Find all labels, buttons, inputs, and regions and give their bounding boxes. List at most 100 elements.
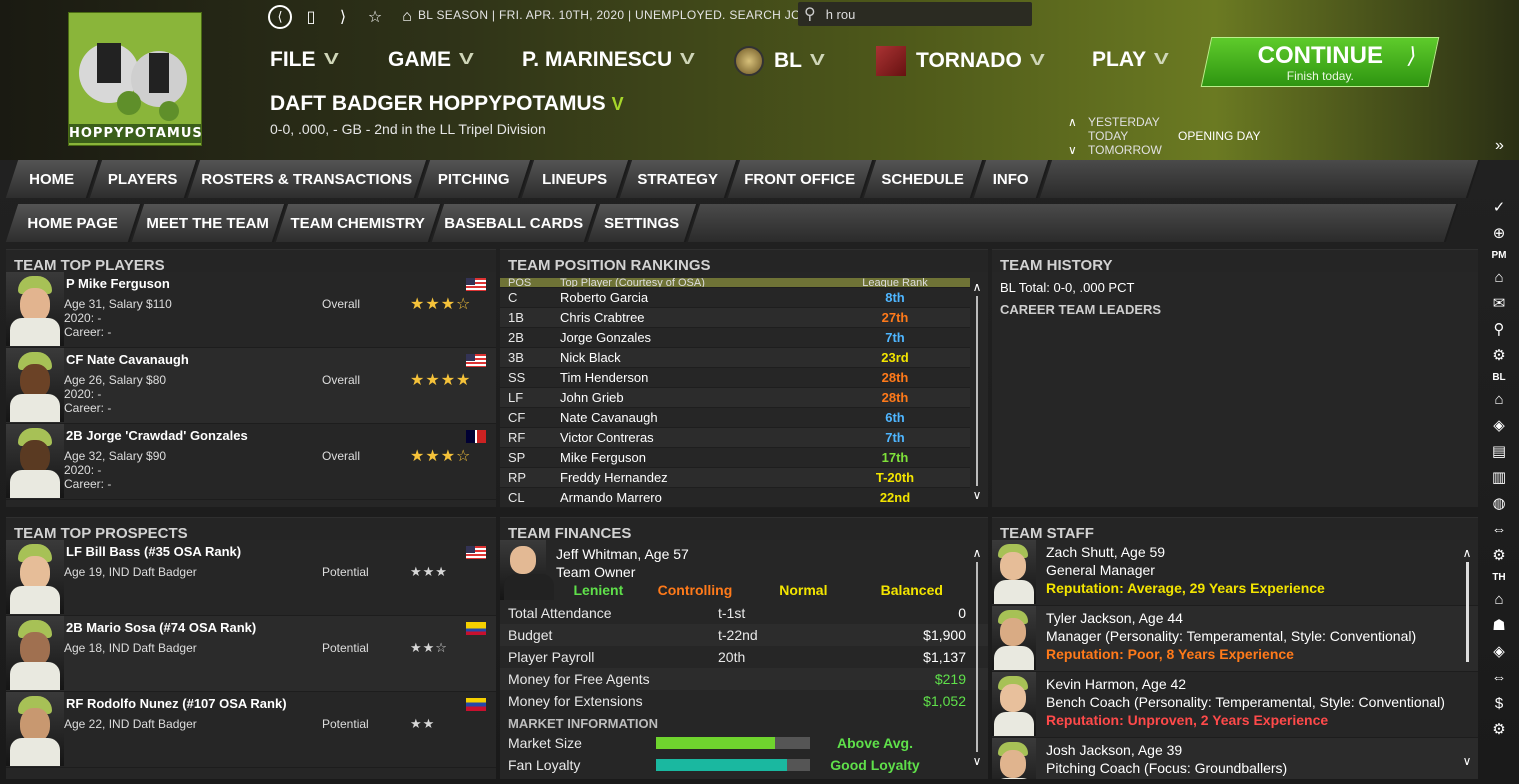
ranking-player[interactable]: Jorge Gonzales bbox=[560, 330, 820, 345]
ranking-row[interactable]: CF Nate Cavanaugh 6th bbox=[500, 408, 970, 428]
news-icon[interactable]: ▤ bbox=[1484, 438, 1514, 464]
ranking-row[interactable]: SP Mike Ferguson 17th bbox=[500, 448, 970, 468]
chevron-down-icon[interactable]: ∨ bbox=[1462, 754, 1472, 768]
staff-name[interactable]: Josh Jackson, Age 39 bbox=[1046, 742, 1182, 758]
player-row[interactable]: 2B Jorge 'Crawdad' Gonzales Age 32, Sala… bbox=[6, 424, 496, 500]
ranking-player[interactable]: Mike Ferguson bbox=[560, 450, 820, 465]
tab-strategy[interactable]: STRATEGY bbox=[619, 160, 739, 198]
tab-rosters[interactable]: ROSTERS & TRANSACTIONS bbox=[187, 160, 429, 198]
menu-team[interactable]: TORNADO V bbox=[876, 46, 1045, 76]
chevron-down-icon[interactable]: ∨ bbox=[1068, 143, 1080, 157]
tab-pitching[interactable]: PITCHING bbox=[417, 160, 533, 198]
gear-icon[interactable]: ⚙ bbox=[1484, 542, 1514, 568]
tab-info[interactable]: INFO bbox=[973, 160, 1051, 198]
menu-play[interactable]: PLAY V bbox=[1092, 48, 1169, 72]
prospect-row[interactable]: RF Rodolfo Nunez (#107 OSA Rank) Age 22,… bbox=[6, 692, 496, 768]
page-icon[interactable]: ▯ bbox=[298, 4, 324, 30]
ranking-row[interactable]: 2B Jorge Gonzales 7th bbox=[500, 328, 970, 348]
team-logo[interactable]: HOPPYPOTAMUS bbox=[68, 12, 202, 146]
ranking-row[interactable]: C Roberto Garcia 8th bbox=[500, 288, 970, 308]
home-icon[interactable]: ⌂ bbox=[1484, 264, 1514, 290]
tab-players[interactable]: PLAYERS bbox=[89, 160, 199, 198]
subtab-meet-the-team[interactable]: MEET THE TEAM bbox=[131, 204, 287, 242]
chevron-down-icon[interactable]: ∨ bbox=[972, 488, 982, 502]
day-yesterday[interactable]: YESTERDAY bbox=[1088, 115, 1160, 129]
search-input[interactable] bbox=[825, 6, 1006, 22]
mail-icon[interactable]: ✉ bbox=[1484, 290, 1514, 316]
diamond-icon[interactable]: ◈ bbox=[1484, 412, 1514, 438]
checkmark-icon[interactable]: ✓ bbox=[1484, 194, 1514, 220]
menu-manager[interactable]: P. MARINESCU V bbox=[522, 48, 695, 72]
gear-icon[interactable]: ⚙ bbox=[1484, 342, 1514, 368]
day-tomorrow[interactable]: TOMORROW bbox=[1088, 143, 1162, 157]
staff-name[interactable]: Tyler Jackson, Age 44 bbox=[1046, 610, 1183, 626]
tab-lineups[interactable]: LINEUPS bbox=[521, 160, 631, 198]
ranking-row[interactable]: RP Freddy Hernandez T-20th bbox=[500, 468, 970, 488]
forward-icon[interactable]: ⟩ bbox=[330, 4, 356, 30]
prospect-name[interactable]: RF Rodolfo Nunez (#107 OSA Rank) bbox=[66, 696, 287, 711]
tab-home[interactable]: HOME bbox=[5, 160, 101, 198]
ranking-player[interactable]: John Grieb bbox=[560, 390, 820, 405]
finances-scrollbar[interactable]: ∧ ∨ bbox=[972, 546, 982, 776]
scroll-thumb[interactable] bbox=[1465, 562, 1469, 662]
player-name[interactable]: 2B Jorge 'Crawdad' Gonzales bbox=[66, 428, 248, 443]
chevron-up-icon[interactable]: ∧ bbox=[972, 546, 982, 560]
diamond-icon[interactable]: ◈ bbox=[1484, 638, 1514, 664]
header-rank[interactable]: League Rank bbox=[820, 278, 970, 287]
chevron-up-icon[interactable]: ∧ bbox=[972, 280, 982, 294]
home-icon[interactable]: ⌂ bbox=[1484, 586, 1514, 612]
globe-icon[interactable]: ⊕ bbox=[1484, 220, 1514, 246]
menu-league[interactable]: BL V bbox=[734, 46, 825, 76]
day-today[interactable]: TODAY bbox=[1088, 129, 1128, 143]
ranking-row[interactable]: CL Armando Marrero 22nd bbox=[500, 488, 970, 508]
subtab-baseball-cards[interactable]: BASEBALL CARDS bbox=[431, 204, 599, 242]
chevron-up-icon[interactable]: ∧ bbox=[1462, 546, 1472, 560]
chevron-down-icon[interactable]: ∨ bbox=[972, 754, 982, 768]
staff-row[interactable]: Zach Shutt, Age 59 General Manager Reputat… bbox=[992, 540, 1478, 606]
ranking-row[interactable]: 1B Chris Crabtree 27th bbox=[500, 308, 970, 328]
subtab-home-page[interactable]: HOME PAGE bbox=[5, 204, 143, 242]
staff-row[interactable]: Kevin Harmon, Age 42 Bench Coach (Persona… bbox=[992, 672, 1478, 738]
staff-name[interactable]: Kevin Harmon, Age 42 bbox=[1046, 676, 1186, 692]
header-player[interactable]: Top Player (Courtesy of OSA) bbox=[560, 278, 820, 287]
scroll-track[interactable] bbox=[976, 562, 978, 752]
subtab-settings[interactable]: SETTINGS bbox=[587, 204, 699, 242]
ranking-player[interactable]: Nick Black bbox=[560, 350, 820, 365]
continue-button[interactable]: CONTINUE Finish today. ⟩ bbox=[1200, 37, 1440, 87]
tab-schedule[interactable]: SCHEDULE bbox=[863, 160, 985, 198]
gear-icon[interactable]: ⚙ bbox=[1484, 716, 1514, 742]
home-icon[interactable]: ⌂ bbox=[1484, 386, 1514, 412]
expand-sidebar-icon[interactable]: » bbox=[1495, 137, 1504, 155]
header-pos[interactable]: POS bbox=[500, 278, 560, 287]
menu-file[interactable]: FILE V bbox=[270, 48, 338, 72]
trade-icon[interactable]: ⇔ bbox=[1484, 664, 1514, 690]
staff-row[interactable]: Josh Jackson, Age 39 Pitching Coach (Focu… bbox=[992, 738, 1478, 779]
trade-icon[interactable]: ⇔ bbox=[1484, 516, 1514, 542]
player-row[interactable]: CF Nate Cavanaugh Age 26, Salary $80 2020… bbox=[6, 348, 496, 424]
staff-name[interactable]: Zach Shutt, Age 59 bbox=[1046, 544, 1165, 560]
ranking-player[interactable]: Roberto Garcia bbox=[560, 290, 820, 305]
ranking-player[interactable]: Freddy Hernandez bbox=[560, 470, 820, 485]
prospect-name[interactable]: LF Bill Bass (#35 OSA Rank) bbox=[66, 544, 241, 559]
star-icon[interactable]: ☆ bbox=[362, 4, 388, 30]
player-name[interactable]: P Mike Ferguson bbox=[66, 276, 170, 291]
search-box[interactable]: ⚲ bbox=[798, 2, 1032, 26]
chevron-up-icon[interactable]: ∧ bbox=[1068, 115, 1080, 129]
owner-card[interactable]: Jeff Whitman, Age 57 Team Owner Lenient C… bbox=[500, 540, 988, 602]
prospect-name[interactable]: 2B Mario Sosa (#74 OSA Rank) bbox=[66, 620, 256, 635]
stats-icon[interactable]: ▥ bbox=[1484, 464, 1514, 490]
home-icon[interactable]: ⌂ bbox=[394, 4, 420, 30]
dollar-icon[interactable]: $ bbox=[1484, 690, 1514, 716]
baseball-icon[interactable]: ◍ bbox=[1484, 490, 1514, 516]
player-row[interactable]: P Mike Ferguson Age 31, Salary $110 2020:… bbox=[6, 272, 496, 348]
staff-scrollbar[interactable]: ∧ ∨ bbox=[1462, 546, 1472, 776]
ranking-row[interactable]: LF John Grieb 28th bbox=[500, 388, 970, 408]
season-status[interactable]: BL SEASON | FRI. APR. 10TH, 2020 | UNEMP… bbox=[418, 8, 828, 22]
rankings-scrollbar[interactable]: ∧ ∨ bbox=[972, 280, 982, 506]
ranking-player[interactable]: Tim Henderson bbox=[560, 370, 820, 385]
back-icon[interactable]: ⟨ bbox=[268, 5, 292, 29]
ranking-row[interactable]: SS Tim Henderson 28th bbox=[500, 368, 970, 388]
tab-front-office[interactable]: FRONT OFFICE bbox=[727, 160, 875, 198]
subtab-team-chemistry[interactable]: TEAM CHEMISTRY bbox=[275, 204, 443, 242]
ranking-player[interactable]: Victor Contreras bbox=[560, 430, 820, 445]
